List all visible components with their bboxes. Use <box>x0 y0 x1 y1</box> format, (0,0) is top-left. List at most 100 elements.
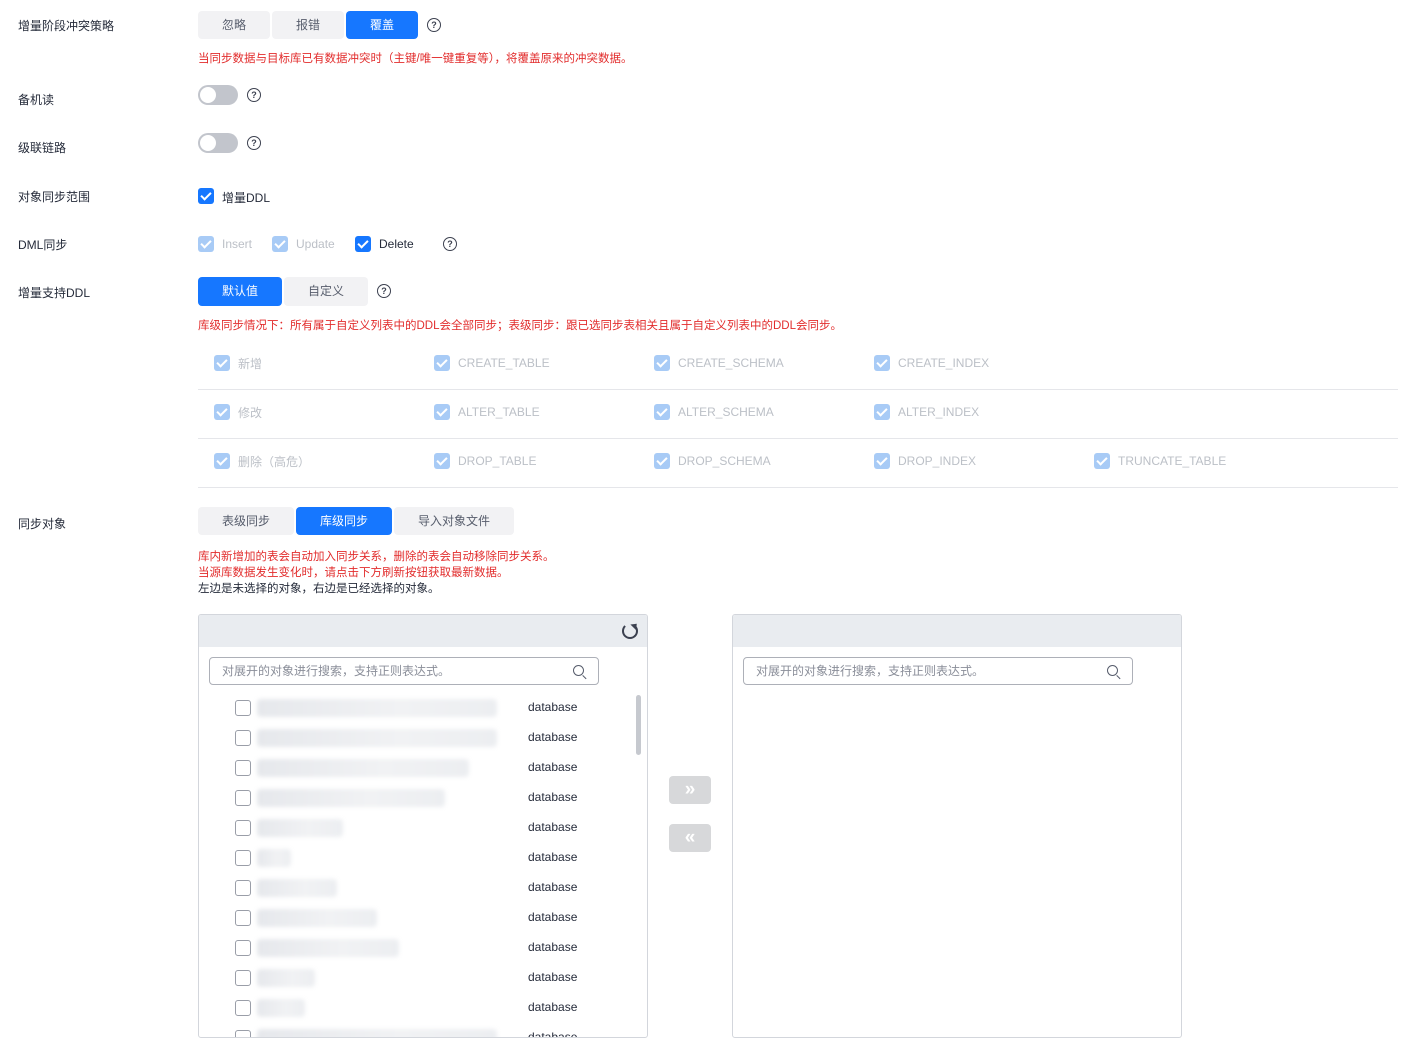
conflict-hint: 当同步数据与目标库已有数据冲突时（主键/唯一键重复等），将覆盖原来的冲突数据。 <box>198 53 633 65</box>
list-item[interactable]: database <box>199 693 647 723</box>
cascade-link-label: 级联链路 <box>18 141 67 155</box>
ddl-label: TRUNCATE_TABLE <box>1118 454 1227 468</box>
list-item-checkbox[interactable] <box>235 1030 251 1037</box>
refresh-icon[interactable] <box>622 623 638 639</box>
selected-search-input[interactable] <box>744 658 1076 684</box>
list-item[interactable]: database <box>199 1023 647 1037</box>
ddl-option-custom[interactable]: 自定义 <box>284 277 368 306</box>
source-objects-panel: database database database database data… <box>198 614 648 1038</box>
object-name <box>257 939 399 957</box>
list-item[interactable]: database <box>199 963 647 993</box>
list-item[interactable]: database <box>199 753 647 783</box>
search-icon[interactable] <box>573 665 584 676</box>
ddl-label: ALTER_TABLE <box>458 405 540 419</box>
ddl-row-divider <box>198 438 1398 439</box>
object-name <box>257 789 445 807</box>
search-icon[interactable] <box>1107 665 1118 676</box>
object-name <box>257 729 497 747</box>
list-item-checkbox[interactable] <box>235 730 251 746</box>
object-name <box>257 819 343 837</box>
object-name <box>257 759 469 777</box>
list-item-checkbox[interactable] <box>235 700 251 716</box>
ddl-label: DROP_TABLE <box>458 454 537 468</box>
list-item-checkbox[interactable] <box>235 850 251 866</box>
ddl-label: ALTER_SCHEMA <box>678 405 774 419</box>
source-object-list: database database database database data… <box>199 693 647 1037</box>
object-name <box>257 1029 497 1037</box>
dml-update-label: Update <box>296 237 335 251</box>
cascade-link-toggle[interactable] <box>198 133 238 153</box>
sync-objects-hint-3: 左边是未选择的对象，右边是已经选择的对象。 <box>198 583 440 595</box>
list-item[interactable]: database <box>199 933 647 963</box>
ddl-checkbox <box>874 404 890 420</box>
object-type: database <box>528 820 578 834</box>
ddl-checkbox <box>874 453 890 469</box>
standby-read-help-icon[interactable]: ? <box>247 88 261 102</box>
list-item-checkbox[interactable] <box>235 820 251 836</box>
list-item[interactable]: database <box>199 903 647 933</box>
list-item-checkbox[interactable] <box>235 880 251 896</box>
ddl-row-divider <box>198 389 1398 390</box>
object-type: database <box>528 730 578 744</box>
list-item[interactable]: database <box>199 993 647 1023</box>
ddl-support-group: 默认值 自定义 <box>198 277 370 306</box>
source-search-box <box>209 657 599 685</box>
tab-import-object-file[interactable]: 导入对象文件 <box>394 507 514 535</box>
ddl-label: CREATE_INDEX <box>898 356 990 370</box>
tab-database-level[interactable]: 库级同步 <box>296 507 392 535</box>
selected-search-box <box>743 657 1133 685</box>
dml-help-icon[interactable]: ? <box>443 237 457 251</box>
ddl-checkbox <box>654 355 670 371</box>
conflict-strategy-label: 增量阶段冲突策略 <box>18 19 115 33</box>
source-search-input[interactable] <box>210 658 542 684</box>
cascade-link-help-icon[interactable]: ? <box>247 136 261 150</box>
object-type: database <box>528 910 578 924</box>
list-item[interactable]: database <box>199 723 647 753</box>
ddl-checkbox <box>434 404 450 420</box>
list-item[interactable]: database <box>199 873 647 903</box>
move-left-button[interactable]: « <box>669 824 711 852</box>
conflict-help-icon[interactable]: ? <box>427 18 441 32</box>
object-type: database <box>528 760 578 774</box>
list-item-checkbox[interactable] <box>235 970 251 986</box>
conflict-option-overwrite[interactable]: 覆盖 <box>346 11 418 39</box>
tab-table-level[interactable]: 表级同步 <box>198 507 294 535</box>
list-item[interactable]: database <box>199 843 647 873</box>
object-type: database <box>528 940 578 954</box>
list-item[interactable]: database <box>199 813 647 843</box>
dml-delete-checkbox[interactable] <box>355 236 371 252</box>
list-item-checkbox[interactable] <box>235 760 251 776</box>
object-name <box>257 969 315 987</box>
list-item-checkbox[interactable] <box>235 790 251 806</box>
incremental-ddl-checkbox[interactable] <box>198 188 214 204</box>
object-name <box>257 909 377 927</box>
ddl-hint: 库级同步情况下：所有属于自定义列表中的DDL会全部同步；表级同步：跟已选同步表相… <box>198 320 843 332</box>
conflict-option-error[interactable]: 报错 <box>272 11 344 39</box>
dml-insert-checkbox <box>198 236 214 252</box>
ddl-checkbox <box>214 404 230 420</box>
ddl-option-default[interactable]: 默认值 <box>198 277 282 306</box>
conflict-option-ignore[interactable]: 忽略 <box>198 11 270 39</box>
standby-read-toggle[interactable] <box>198 85 238 105</box>
list-item-checkbox[interactable] <box>235 1000 251 1016</box>
sync-objects-hint-1: 库内新增加的表会自动加入同步关系，删除的表会自动移除同步关系。 <box>198 551 555 563</box>
object-type: database <box>528 1000 578 1014</box>
list-item-checkbox[interactable] <box>235 910 251 926</box>
object-type: database <box>528 790 578 804</box>
ddl-label: 新增 <box>238 357 263 371</box>
dml-update-checkbox <box>272 236 288 252</box>
object-name <box>257 699 497 717</box>
ddl-support-label: 增量支持DDL <box>18 286 91 300</box>
object-type: database <box>528 850 578 864</box>
ddl-help-icon[interactable]: ? <box>377 284 391 298</box>
list-item-checkbox[interactable] <box>235 940 251 956</box>
ddl-checkbox <box>874 355 890 371</box>
source-list-scrollbar[interactable] <box>636 695 641 755</box>
move-right-button[interactable]: » <box>669 776 711 804</box>
selected-panel-header <box>733 615 1181 647</box>
ddl-checkbox <box>654 453 670 469</box>
list-item[interactable]: database <box>199 783 647 813</box>
source-panel-header <box>199 615 647 647</box>
dml-delete-label: Delete <box>379 237 414 251</box>
object-type: database <box>528 1030 578 1037</box>
